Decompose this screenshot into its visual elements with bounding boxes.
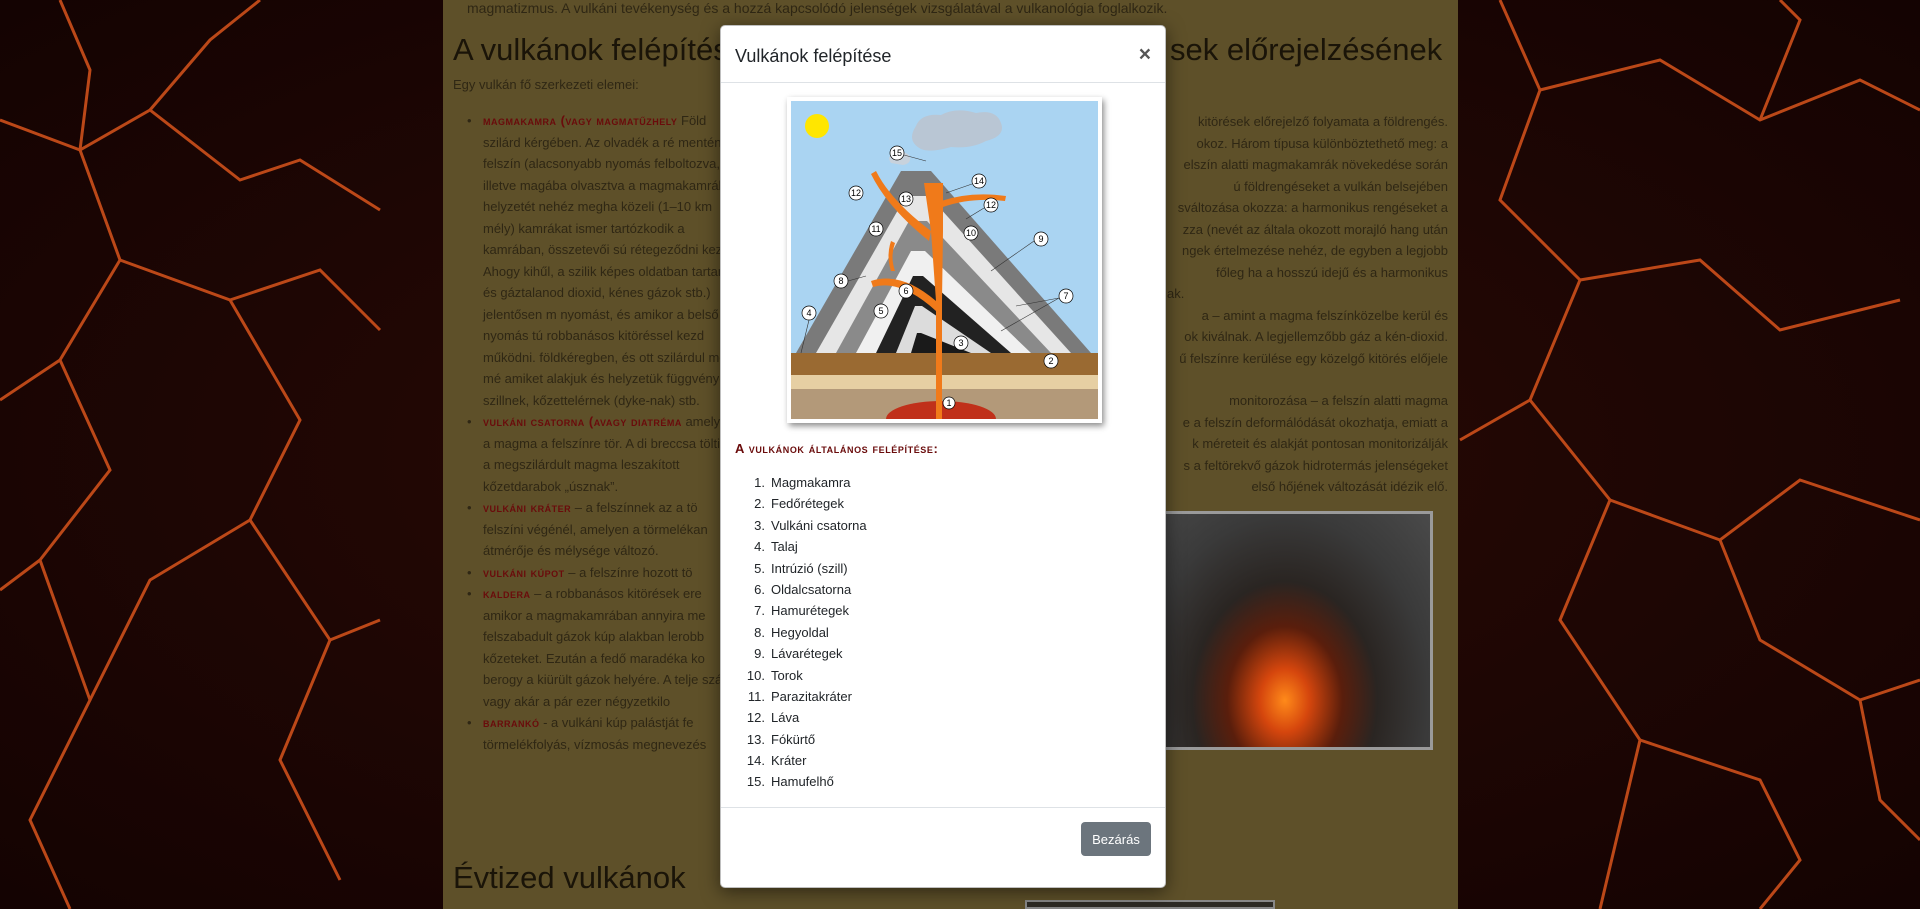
marker-11: 11 (868, 221, 884, 237)
list-item: 6. Oldalcsatorna (754, 581, 852, 597)
list-item: 2. Fedőrétegek (754, 496, 844, 512)
list-item: 12. Láva (746, 710, 800, 726)
marker-10: 10 (963, 225, 979, 241)
close-button[interactable]: Bezárás (1081, 822, 1151, 856)
section-title: A vulkánok általános felépítése: (735, 441, 939, 456)
list-item: 5. Intrúzió (szill) (754, 560, 848, 576)
marker-2: 2 (1043, 353, 1059, 369)
svg-text:15: 15 (892, 148, 902, 158)
list-item: 4. Talaj (754, 539, 798, 555)
svg-text:9: 9 (1038, 234, 1043, 244)
close-icon[interactable]: × (1139, 44, 1151, 65)
svg-text:1: 1 (946, 398, 951, 408)
volcano-diagram-frame: 1 2 3 4 5 6 7 8 9 10 11 12 12 13 14 15 (787, 97, 1102, 423)
structure-modal: Vulkánok felépítése × 1 2 3 4 5 6 7 8 9 … (720, 25, 1166, 888)
marker-15: 15 (889, 145, 905, 161)
volcano-diagram: 1 2 3 4 5 6 7 8 9 10 11 12 12 13 14 15 (791, 101, 1098, 419)
svg-text:10: 10 (966, 228, 976, 238)
svg-text:12: 12 (986, 200, 996, 210)
modal-title: Vulkánok felépítése (735, 45, 892, 66)
marker-6: 6 (898, 283, 914, 299)
list-item: 14. Kráter (746, 753, 807, 769)
marker-8: 8 (833, 273, 849, 289)
svg-text:11: 11 (871, 224, 880, 234)
svg-text:7: 7 (1063, 291, 1068, 301)
list-item: 10. Torok (746, 667, 803, 683)
marker-9: 9 (1033, 231, 1049, 247)
svg-text:3: 3 (958, 338, 963, 348)
svg-text:12: 12 (851, 188, 861, 198)
svg-text:8: 8 (838, 276, 843, 286)
marker-4: 4 (801, 305, 817, 321)
svg-text:14: 14 (974, 176, 984, 186)
marker-14: 14 (971, 173, 987, 189)
svg-text:2: 2 (1048, 356, 1053, 366)
marker-5: 5 (873, 303, 889, 319)
marker-7: 7 (1058, 288, 1074, 304)
list-item: 1. Magmakamra (754, 475, 851, 490)
marker-12a: 12 (848, 185, 864, 201)
list-item: 3. Vulkáni csatorna (754, 517, 867, 533)
marker-12b: 12 (983, 197, 999, 213)
marker-1: 1 (942, 396, 956, 410)
list-item: 7. Hamurétegek (754, 603, 850, 619)
list-item: 11. Parazitakráter (747, 688, 852, 704)
modal-header: Vulkánok felépítése × (721, 26, 1165, 83)
svg-text:5: 5 (878, 306, 883, 316)
sun-icon (805, 114, 829, 138)
list-item: 9. Lávarétegek (754, 646, 843, 662)
marker-3: 3 (953, 335, 969, 351)
marker-13: 13 (898, 191, 914, 207)
list-item: 8. Hegyoldal (754, 624, 829, 640)
modal-footer: Bezárás (721, 807, 1165, 887)
list-item: 15. Hamufelhő (746, 774, 834, 790)
svg-text:13: 13 (901, 194, 911, 204)
svg-text:6: 6 (903, 286, 908, 296)
svg-text:4: 4 (806, 308, 811, 318)
list-item: 13. Fókürtő (746, 731, 816, 747)
parts-list: 1. Magmakamra 2. Fedőrétegek 3. Vulkáni csa… (737, 475, 867, 796)
